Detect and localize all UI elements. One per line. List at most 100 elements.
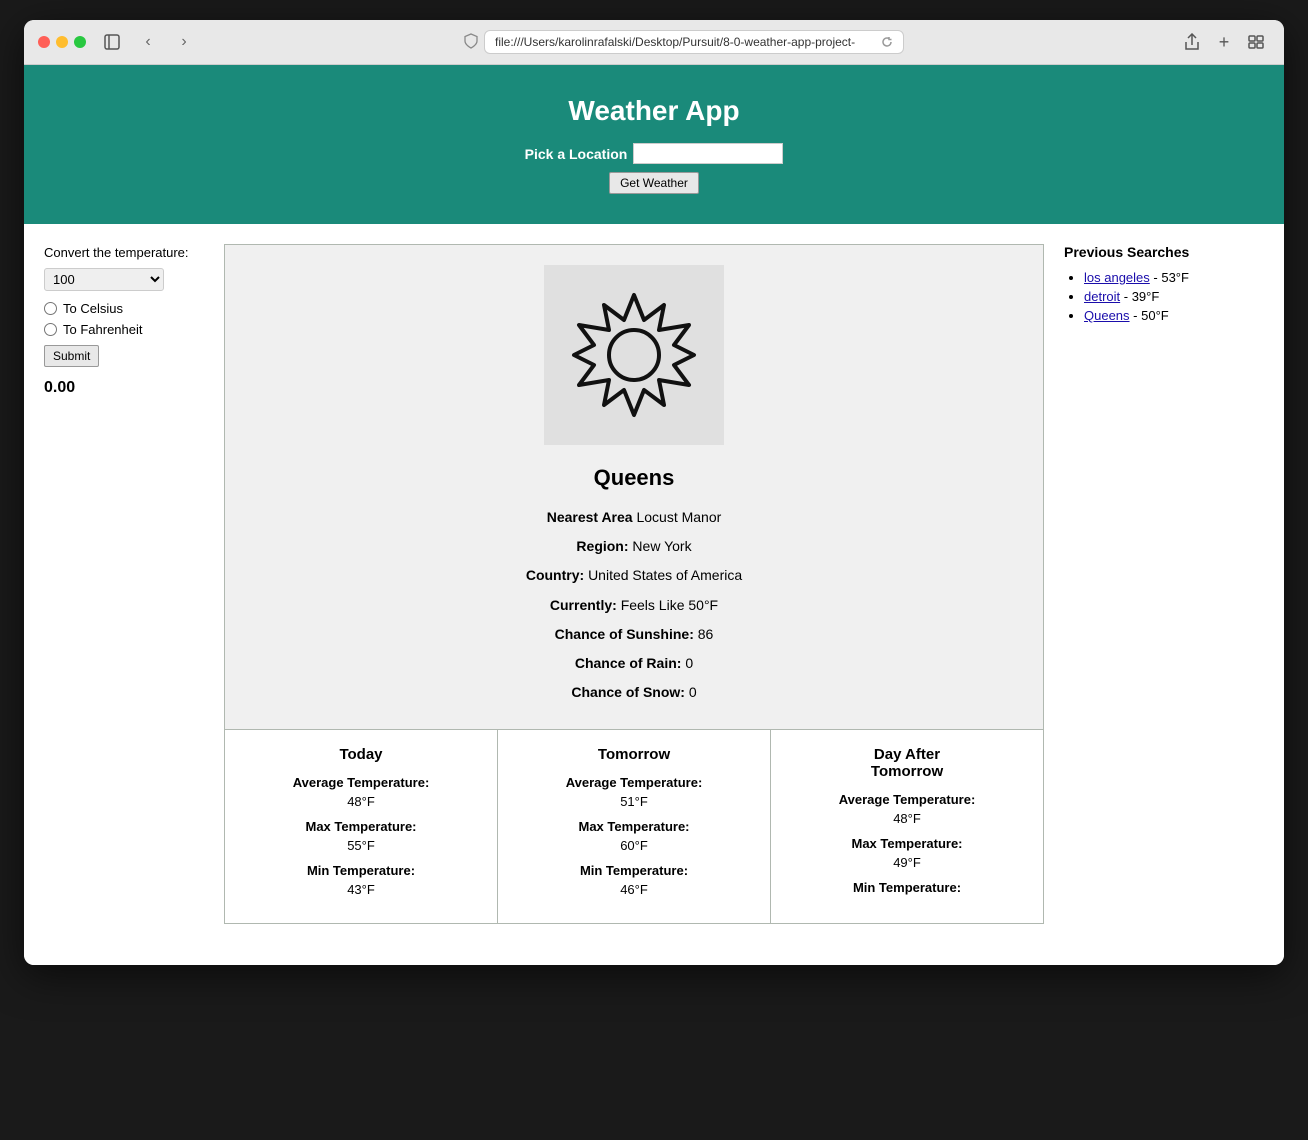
convert-submit-button[interactable]: Submit — [44, 345, 99, 367]
address-bar[interactable]: file:///Users/karolinrafalski/Desktop/Pu… — [484, 30, 904, 54]
currently-value: Feels Like 50°F — [621, 597, 718, 613]
forecast-day-dayafter: Day AfterTomorrow — [781, 746, 1033, 780]
weather-info: Nearest Area Locust Manor Region: New Yo… — [245, 505, 1023, 705]
sidebar-toggle-button[interactable] — [98, 30, 126, 54]
region-label: Region: — [576, 538, 628, 554]
forecast-today: Today Average Temperature: 48°F Max Temp… — [225, 730, 498, 923]
weather-main: Queens Nearest Area Locust Manor Region:… — [224, 244, 1044, 924]
get-weather-button[interactable]: Get Weather — [609, 172, 699, 194]
convert-label: Convert the temperature: — [44, 244, 204, 262]
sidebar: Convert the temperature: 100 To Celsius … — [44, 244, 204, 924]
max-temp-label-today: Max Temperature: — [235, 819, 487, 836]
app-header: Weather App Pick a Location Get Weather — [24, 65, 1284, 224]
temperature-select[interactable]: 100 — [44, 268, 164, 291]
list-item: Queens - 50°F — [1084, 308, 1264, 323]
nearest-area: Nearest Area Locust Manor — [245, 505, 1023, 530]
min-temp-today: 43°F — [235, 882, 487, 897]
address-text: file:///Users/karolinrafalski/Desktop/Pu… — [495, 35, 877, 49]
region: Region: New York — [245, 534, 1023, 559]
avg-temp-label-tomorrow: Average Temperature: — [508, 775, 760, 792]
avg-temp-tomorrow: 51°F — [508, 794, 760, 809]
snow: Chance of Snow: 0 — [245, 680, 1023, 705]
browser-actions: + — [1178, 30, 1270, 54]
max-temp-label-tomorrow: Max Temperature: — [508, 819, 760, 836]
previous-searches: Previous Searches los angeles - 53°F det… — [1064, 244, 1264, 924]
city-name: Queens — [245, 465, 1023, 491]
avg-temp-label-dayafter: Average Temperature: — [781, 792, 1033, 809]
avg-temp-today: 48°F — [235, 794, 487, 809]
browser-titlebar: ‹ › file:///Users/karolinrafalski/Deskto… — [24, 20, 1284, 65]
list-item: los angeles - 53°F — [1084, 270, 1264, 285]
nearest-area-value: Locust Manor — [636, 509, 721, 525]
location-label: Pick a Location — [525, 146, 628, 162]
prev-search-los-angeles[interactable]: los angeles — [1084, 270, 1150, 285]
celsius-label: To Celsius — [63, 301, 123, 316]
snow-label: Chance of Snow: — [571, 684, 685, 700]
forecast-row: Today Average Temperature: 48°F Max Temp… — [224, 730, 1044, 924]
prev-temp-los-angeles: - 53°F — [1153, 270, 1189, 285]
celsius-radio[interactable] — [44, 302, 57, 315]
sunshine-value: 86 — [698, 626, 714, 642]
max-temp-dayafter: 49°F — [781, 855, 1033, 870]
previous-searches-title: Previous Searches — [1064, 244, 1264, 260]
avg-temp-dayafter: 48°F — [781, 811, 1033, 826]
min-temp-tomorrow: 46°F — [508, 882, 760, 897]
minimize-button[interactable] — [56, 36, 68, 48]
location-input[interactable] — [633, 143, 783, 164]
forecast-tomorrow: Tomorrow Average Temperature: 51°F Max T… — [498, 730, 771, 923]
previous-searches-list: los angeles - 53°F detroit - 39°F Queens… — [1064, 270, 1264, 323]
rain-label: Chance of Rain: — [575, 655, 682, 671]
sunshine: Chance of Sunshine: 86 — [245, 622, 1023, 647]
max-temp-today: 55°F — [235, 838, 487, 853]
reload-icon — [881, 36, 893, 48]
forward-button[interactable]: › — [170, 30, 198, 54]
currently-label: Currently: — [550, 597, 617, 613]
prev-temp-detroit: - 39°F — [1124, 289, 1160, 304]
radio-group: To Celsius To Fahrenheit — [44, 301, 204, 337]
max-temp-tomorrow: 60°F — [508, 838, 760, 853]
country-value: United States of America — [588, 567, 742, 583]
converted-result: 0.00 — [44, 379, 204, 397]
forecast-day-after: Day AfterTomorrow Average Temperature: 4… — [771, 730, 1043, 923]
share-button[interactable] — [1178, 30, 1206, 54]
prev-search-detroit[interactable]: detroit — [1084, 289, 1120, 304]
avg-temp-label-today: Average Temperature: — [235, 775, 487, 792]
country: Country: United States of America — [245, 563, 1023, 588]
region-value: New York — [632, 538, 691, 554]
rain-value: 0 — [685, 655, 693, 671]
maximize-button[interactable] — [74, 36, 86, 48]
min-temp-label-today: Min Temperature: — [235, 863, 487, 880]
fahrenheit-radio-item: To Fahrenheit — [44, 322, 204, 337]
prev-search-queens[interactable]: Queens — [1084, 308, 1130, 323]
forecast-day-today: Today — [235, 746, 487, 763]
prev-temp-queens: - 50°F — [1133, 308, 1169, 323]
currently: Currently: Feels Like 50°F — [245, 593, 1023, 618]
list-item: detroit - 39°F — [1084, 289, 1264, 304]
address-bar-container: file:///Users/karolinrafalski/Desktop/Pu… — [206, 30, 1162, 54]
country-label: Country: — [526, 567, 584, 583]
celsius-radio-item: To Celsius — [44, 301, 204, 316]
min-temp-label-dayafter: Min Temperature: — [781, 880, 1033, 897]
traffic-lights — [38, 36, 86, 48]
nearest-area-label: Nearest Area — [547, 509, 633, 525]
back-button[interactable]: ‹ — [134, 30, 162, 54]
browser-window: ‹ › file:///Users/karolinrafalski/Deskto… — [24, 20, 1284, 965]
sun-icon — [564, 285, 704, 425]
location-row: Pick a Location — [44, 143, 1264, 164]
tab-overview-button[interactable] — [1242, 30, 1270, 54]
sun-icon-container — [544, 265, 724, 445]
min-temp-label-tomorrow: Min Temperature: — [508, 863, 760, 880]
fahrenheit-radio[interactable] — [44, 323, 57, 336]
snow-value: 0 — [689, 684, 697, 700]
app-title: Weather App — [44, 95, 1264, 127]
new-tab-button[interactable]: + — [1210, 30, 1238, 54]
weather-card: Queens Nearest Area Locust Manor Region:… — [224, 244, 1044, 730]
main-layout: Convert the temperature: 100 To Celsius … — [24, 224, 1284, 944]
browser-content: Weather App Pick a Location Get Weather … — [24, 65, 1284, 965]
rain: Chance of Rain: 0 — [245, 651, 1023, 676]
close-button[interactable] — [38, 36, 50, 48]
max-temp-label-dayafter: Max Temperature: — [781, 836, 1033, 853]
forecast-day-tomorrow: Tomorrow — [508, 746, 760, 763]
shield-icon — [464, 33, 478, 52]
fahrenheit-label: To Fahrenheit — [63, 322, 143, 337]
